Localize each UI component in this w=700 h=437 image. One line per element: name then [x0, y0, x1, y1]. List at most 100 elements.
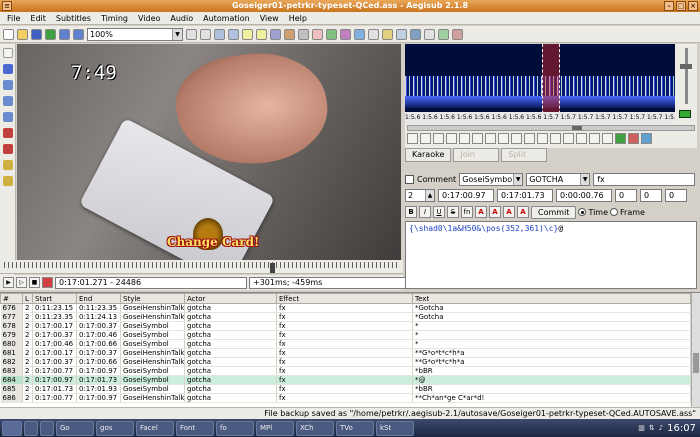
lead-in-icon[interactable] [537, 133, 548, 144]
karaoke-tab[interactable]: Karaoke [405, 148, 452, 162]
bold-icon[interactable]: B [405, 206, 417, 218]
margin-vertical-field[interactable]: 0 [665, 188, 687, 202]
volume-knob[interactable] [680, 64, 692, 69]
flag-icon[interactable]: ▥ [638, 424, 645, 432]
col-number[interactable]: # [0, 293, 23, 304]
rotate-z-icon[interactable] [3, 80, 13, 90]
prev-line-icon[interactable] [407, 133, 418, 144]
lead-out-icon[interactable] [550, 133, 561, 144]
shift-times-icon[interactable] [396, 28, 407, 40]
italic-icon[interactable]: I [419, 206, 431, 218]
save-file-icon[interactable] [31, 28, 42, 40]
margin-left-field[interactable]: 0 [615, 188, 637, 202]
join-tab[interactable]: Join [453, 148, 500, 162]
task-button[interactable]: Facel [136, 420, 174, 436]
menu-timing[interactable]: Timing [96, 14, 133, 23]
audio-display[interactable]: 1:5.6 1:5.6 1:5.6 1:5.6 1:5.6 1:5.6 1:5.… [405, 44, 695, 124]
layer-spinner[interactable]: 2 ▲ [405, 188, 435, 202]
video-position-field[interactable]: 0:17:01.271 - 24486 [55, 276, 247, 289]
effect-field[interactable]: fx [593, 172, 696, 186]
col-text[interactable]: Text [412, 293, 691, 304]
menu-view[interactable]: View [255, 14, 284, 23]
zoom-vertical-icon[interactable] [576, 133, 587, 144]
primary-color-icon[interactable]: A [475, 206, 487, 218]
zoom-in-icon[interactable] [59, 28, 70, 40]
menu-file[interactable]: File [2, 14, 25, 23]
volume-slider[interactable] [685, 48, 688, 104]
video-jump-start-icon[interactable] [186, 28, 197, 40]
launcher-terminal-icon[interactable] [24, 420, 38, 436]
audio-scroll-thumb[interactable] [572, 126, 582, 130]
table-row[interactable]: 682 2 0:17:00.37 0:17:00.66 GoseiHenshinTalk… [0, 357, 691, 367]
jump-to-icon[interactable] [45, 28, 56, 40]
menu-help[interactable]: Help [284, 14, 312, 23]
play-500-after-icon[interactable] [485, 133, 496, 144]
auto-commit-icon[interactable] [628, 133, 639, 144]
seek-thumb[interactable] [270, 263, 275, 273]
duration-field[interactable]: 0:00:00.76 [556, 188, 612, 202]
timing-postprocessor-icon[interactable] [368, 28, 379, 40]
autoscroll-icon[interactable] [42, 277, 53, 288]
task-button[interactable]: Go [56, 420, 94, 436]
next-line-icon[interactable] [420, 133, 431, 144]
time-radio[interactable] [578, 208, 587, 216]
table-row[interactable]: 684 2 0:17:00.97 0:17:01.73 GoseiSymbol gotch… [0, 375, 691, 385]
zoom-out-icon[interactable] [73, 28, 84, 40]
clip-icon[interactable] [3, 128, 13, 138]
table-row[interactable]: 676 2 0:11:23.15 0:11:23.35 GoseiHenshinTalk… [0, 303, 691, 313]
video-seek-bar[interactable] [0, 260, 403, 274]
commit-check-icon[interactable] [615, 133, 626, 144]
taskbar-clock[interactable]: 16:07 [667, 423, 696, 434]
close-icon[interactable]: × [688, 1, 698, 11]
network-icon[interactable]: ⇅ [649, 424, 655, 432]
play-line-icon[interactable]: ▷ [16, 277, 27, 288]
rotate-xy-icon[interactable] [3, 96, 13, 106]
snap-start-icon[interactable] [214, 28, 225, 40]
commit-button[interactable]: Commit [531, 205, 577, 219]
table-row[interactable]: 678 2 0:17:00.17 0:17:00.37 GoseiSymbol gotch… [0, 321, 691, 331]
underline-icon[interactable]: U [433, 206, 445, 218]
task-button[interactable]: kSt [376, 420, 414, 436]
scale-icon[interactable] [3, 112, 13, 122]
menu-subtitles[interactable]: Subtitles [51, 14, 96, 23]
col-end[interactable]: End [76, 293, 121, 304]
start-time-field[interactable]: 0:17:00.97 [438, 188, 494, 202]
audio-scrollbar[interactable] [407, 125, 695, 131]
start-menu-icon[interactable] [2, 420, 22, 436]
task-button[interactable]: Font [176, 420, 214, 436]
tag-hiding-icon[interactable] [452, 28, 463, 40]
spell-checker-icon[interactable] [410, 28, 421, 40]
auto-scroll-audio-icon[interactable] [602, 133, 613, 144]
subtitle-text-editor[interactable]: {\shad0\1a&H50&\pos(352,361)\c}@ [405, 221, 697, 289]
translation-assistant-icon[interactable] [340, 28, 351, 40]
menu-video[interactable]: Video [133, 14, 165, 23]
table-row[interactable]: 683 2 0:17:00.77 0:17:00.97 GoseiSymbol gotch… [0, 366, 691, 376]
play-last-500-icon[interactable] [511, 133, 522, 144]
volume-icon[interactable]: ♪ [659, 424, 663, 432]
attachments-icon[interactable] [270, 28, 281, 40]
col-style[interactable]: Style [120, 293, 185, 304]
actor-select[interactable]: GOTCHA ▼ [526, 172, 591, 186]
menu-audio[interactable]: Audio [165, 14, 198, 23]
open-file-icon[interactable] [17, 28, 28, 40]
strikeout-icon[interactable]: S [447, 206, 459, 218]
table-row[interactable]: 680 2 0:17:00.46 0:17:00.66 GoseiSymbol gotch… [0, 339, 691, 349]
kanji-timer-icon[interactable] [382, 28, 393, 40]
col-effect[interactable]: Effect [276, 293, 413, 304]
video-display[interactable]: 7:49 Change Card! [17, 44, 401, 260]
fonts-collector-icon[interactable] [284, 28, 295, 40]
table-row[interactable]: 677 2 0:11:23.35 0:11:24.13 GoseiHenshinTalk… [0, 312, 691, 322]
grid-sort-icon[interactable] [438, 28, 449, 40]
minimize-icon[interactable]: – [664, 1, 674, 11]
grid-scrollbar[interactable] [691, 293, 700, 407]
style-select[interactable]: GoseiSymbol ▼ [459, 172, 524, 186]
task-button[interactable]: XCh [296, 420, 334, 436]
frame-radio[interactable] [610, 208, 619, 216]
task-button[interactable]: TVo [336, 420, 374, 436]
play-selection-icon[interactable] [433, 133, 444, 144]
end-time-field[interactable]: 0:17:01.73 [497, 188, 553, 202]
split-tab[interactable]: Split [501, 148, 548, 162]
table-row[interactable]: 681 2 0:17:00.17 0:17:00.37 GoseiHenshinTalk… [0, 348, 691, 358]
resample-icon[interactable] [354, 28, 365, 40]
zoom-horizontal-icon[interactable] [563, 133, 574, 144]
